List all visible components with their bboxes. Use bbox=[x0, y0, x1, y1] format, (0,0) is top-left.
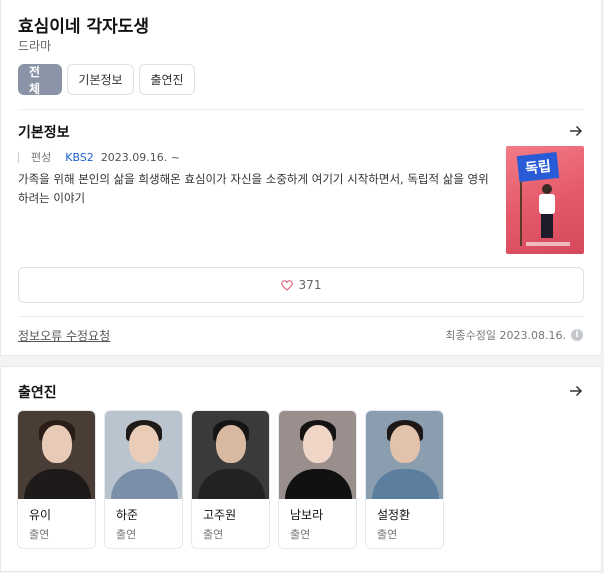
like-button[interactable]: 371 bbox=[18, 267, 584, 303]
report-error-link[interactable]: 정보오류 수정요청 bbox=[18, 327, 110, 344]
cast-role: 출연 bbox=[377, 528, 398, 541]
poster-flag: 독립 bbox=[516, 151, 560, 183]
info-card: 효심이네 각자도생 드라마 전체 기본정보 출연진 기본정보 편성 KBS2 2… bbox=[0, 0, 602, 356]
air-date: 2023.09.16. ~ bbox=[100, 150, 181, 164]
poster-figure-body bbox=[539, 194, 555, 214]
network-link[interactable]: KBS2 bbox=[65, 151, 94, 164]
cast-photo bbox=[279, 411, 356, 499]
cast-member-card[interactable]: 남보라 출연 bbox=[278, 410, 357, 549]
cast-role: 출연 bbox=[290, 528, 311, 541]
divider bbox=[18, 316, 584, 317]
heart-icon bbox=[280, 279, 293, 291]
genre-label: 드라마 bbox=[18, 39, 52, 53]
tab-all[interactable]: 전체 bbox=[18, 64, 62, 96]
like-count: 371 bbox=[298, 278, 322, 292]
cast-role: 출연 bbox=[116, 528, 137, 541]
broadcast-meta: 편성 KBS2 2023.09.16. ~ bbox=[18, 149, 180, 165]
page-title: 효심이네 각자도생 bbox=[18, 17, 150, 37]
poster-image[interactable]: 독립 bbox=[506, 146, 584, 254]
cast-member-card[interactable]: 하준 출연 bbox=[104, 410, 183, 549]
schedule-label: 편성 bbox=[31, 151, 52, 164]
cast-name: 고주원 bbox=[203, 508, 237, 522]
poster-caption-mark bbox=[526, 242, 570, 246]
arrow-right-icon[interactable] bbox=[569, 124, 583, 138]
cast-role: 출연 bbox=[203, 528, 224, 541]
tab-bar: 전체 기본정보 출연진 bbox=[18, 64, 195, 96]
last-updated-text: 최종수정일 2023.08.16. bbox=[445, 329, 566, 342]
cast-list: 유이 출연 하준 출연 고주원 출연 남보라 출연 설정환 출연 bbox=[17, 410, 444, 549]
cast-member-card[interactable]: 고주원 출연 bbox=[191, 410, 270, 549]
cast-card-section: 출연진 유이 출연 하준 출연 고주원 출연 남보라 출연 설정환 출연 bbox=[0, 366, 602, 572]
poster-figure-head bbox=[542, 184, 552, 194]
cast-member-card[interactable]: 유이 출연 bbox=[17, 410, 96, 549]
info-icon[interactable]: i bbox=[571, 329, 583, 341]
cast-name: 하준 bbox=[116, 508, 139, 522]
cast-photo bbox=[105, 411, 182, 499]
cast-name: 유이 bbox=[29, 508, 52, 522]
tab-cast[interactable]: 출연진 bbox=[139, 64, 195, 95]
cast-member-card[interactable]: 설정환 출연 bbox=[365, 410, 444, 549]
arrow-right-icon[interactable] bbox=[569, 384, 583, 398]
cast-photo bbox=[192, 411, 269, 499]
last-updated: 최종수정일 2023.08.16. i bbox=[445, 327, 583, 343]
tab-basic-info[interactable]: 기본정보 bbox=[67, 64, 134, 95]
cast-name: 남보라 bbox=[290, 508, 324, 522]
cast-role: 출연 bbox=[29, 528, 50, 541]
cast-photo bbox=[18, 411, 95, 499]
basic-info-title: 기본정보 bbox=[18, 125, 70, 141]
poster-figure-legs bbox=[541, 214, 553, 238]
cast-photo bbox=[366, 411, 443, 499]
meta-bar bbox=[18, 151, 19, 163]
cast-name: 설정환 bbox=[377, 508, 411, 522]
cast-title: 출연진 bbox=[18, 385, 57, 401]
synopsis: 가족을 위해 본인의 삶을 희생해온 효심이가 자신을 소중하게 여기기 시작하… bbox=[18, 172, 489, 205]
divider bbox=[18, 109, 584, 110]
